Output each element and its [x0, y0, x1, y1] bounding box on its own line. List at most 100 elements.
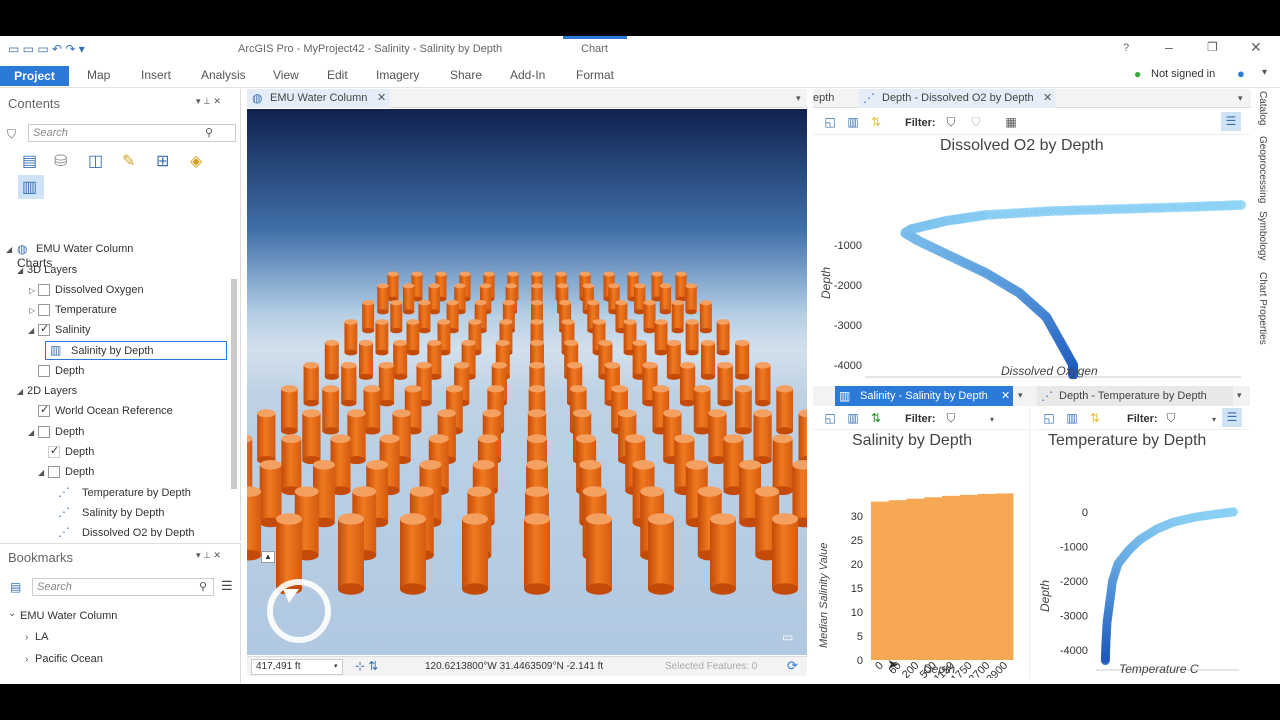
- bookmarks-search-input[interactable]: Search ⚲: [32, 578, 214, 596]
- quick-access-icons[interactable]: ▭ ▭ ▭ ↶ ↷ ▾: [8, 42, 85, 56]
- pane-options-icons[interactable]: ▾ ⊥ ✕: [196, 550, 221, 561]
- tree-item-temperature[interactable]: Temperature: [55, 304, 117, 316]
- expand-arrow[interactable]: ◢: [28, 326, 34, 335]
- tree-item-depth-group[interactable]: Depth: [55, 426, 84, 438]
- layer-checkbox[interactable]: [38, 365, 50, 377]
- collapse-navigator-icon[interactable]: ▲: [261, 551, 275, 563]
- tab-project[interactable]: Project: [0, 66, 69, 86]
- tree-item-salinity[interactable]: Salinity: [55, 324, 90, 336]
- list-by-editing-icon[interactable]: ✎: [122, 151, 135, 171]
- list-by-drawing-order-icon[interactable]: ▤: [22, 151, 37, 171]
- tab-format[interactable]: Format: [576, 68, 614, 82]
- view-icons[interactable]: ⊹ ⇅: [355, 659, 378, 673]
- navigator-icon[interactable]: [263, 577, 335, 645]
- tab-dissolved-o2[interactable]: ⋰ Depth - Dissolved O2 by Depth ✕: [859, 89, 1055, 108]
- close-tab-icon[interactable]: ✕: [1043, 91, 1052, 104]
- expand-arrow[interactable]: ◢: [17, 387, 23, 396]
- tree-item-dissolved-oxygen[interactable]: Dissolved Oxygen: [55, 284, 144, 296]
- minimize-button[interactable]: –: [1165, 39, 1173, 55]
- tab-map[interactable]: Map: [87, 68, 110, 82]
- notification-icon[interactable]: ●: [1237, 66, 1245, 81]
- close-tab-icon[interactable]: ✕: [377, 91, 386, 104]
- refresh-icon[interactable]: ⟳: [787, 658, 798, 674]
- list-charts-button[interactable]: ▥: [18, 175, 44, 199]
- tree-item-3d-layers[interactable]: 3D Layers: [27, 264, 77, 276]
- expand-arrow[interactable]: ◢: [28, 428, 34, 437]
- tree-item-depth[interactable]: Depth: [55, 365, 84, 377]
- layer-checkbox[interactable]: [48, 466, 60, 478]
- list-by-labeling-icon[interactable]: ◈: [190, 151, 202, 171]
- tree-item-depth-sub2[interactable]: Depth: [65, 466, 94, 478]
- side-tab-chart-properties[interactable]: Chart Properties: [1257, 272, 1268, 345]
- sign-in-status[interactable]: Not signed in: [1151, 68, 1215, 80]
- filter-icon[interactable]: ⛉: [7, 127, 16, 142]
- layer-checkbox[interactable]: [38, 322, 50, 336]
- tree-item-2d-layers[interactable]: 2D Layers: [27, 385, 77, 397]
- layer-checkbox[interactable]: [38, 403, 50, 417]
- column-top: [528, 385, 546, 393]
- pane-options-icons[interactable]: ▾ ⊥ ✕: [196, 96, 221, 107]
- layer-checkbox[interactable]: [38, 284, 50, 296]
- contents-search-input[interactable]: Search ⚲: [28, 124, 236, 142]
- tab-salinity-by-depth[interactable]: ▥ Salinity - Salinity by Depth ✕: [835, 386, 1013, 406]
- close-button[interactable]: ✕: [1250, 39, 1262, 56]
- expand-arrow[interactable]: ◢: [17, 266, 23, 275]
- context-tab-chart[interactable]: Chart: [581, 43, 608, 55]
- selected-features[interactable]: Selected Features: 0: [665, 661, 757, 672]
- column-top: [569, 385, 587, 393]
- tree-item-emu-water-column[interactable]: EMU Water Column: [36, 243, 133, 255]
- tree-item-temperature-by-depth[interactable]: Temperature by Depth: [82, 487, 191, 499]
- layer-checkbox[interactable]: [38, 426, 50, 438]
- tab-depth-partial[interactable]: epth: [813, 92, 834, 104]
- scene-view[interactable]: ▲ ▭: [247, 109, 807, 655]
- list-by-selection-icon[interactable]: ◫: [88, 151, 103, 171]
- expand-arrow[interactable]: ◢: [38, 468, 44, 477]
- list-by-snapping-icon[interactable]: ⊞: [156, 151, 169, 171]
- bookmark-group[interactable]: EMU Water Column: [20, 610, 117, 622]
- collapse-arrow[interactable]: ▷: [29, 286, 35, 295]
- expand-arrow[interactable]: ◢: [6, 245, 12, 254]
- tab-insert[interactable]: Insert: [141, 68, 171, 82]
- side-tab-catalog[interactable]: Catalog: [1257, 91, 1268, 125]
- tab-add-in[interactable]: Add-In: [510, 68, 545, 82]
- tab-emu-water-column[interactable]: ◍ EMU Water Column ✕: [247, 89, 390, 108]
- tree-item-salinity-by-depth-2[interactable]: Salinity by Depth: [82, 507, 165, 519]
- y-tick-label: 10: [851, 607, 863, 619]
- column-base: [755, 399, 771, 407]
- expand-arrow[interactable]: ⌄: [8, 608, 16, 619]
- tab-analysis[interactable]: Analysis: [201, 68, 246, 82]
- bookmark-la[interactable]: LA: [35, 631, 48, 643]
- collapse-arrow[interactable]: ▷: [29, 306, 35, 315]
- column-body: [378, 365, 395, 404]
- scale-input[interactable]: 417,491 ft ▾: [251, 659, 343, 675]
- tab-edit[interactable]: Edit: [327, 68, 348, 82]
- menu-icon[interactable]: ☰: [221, 578, 233, 594]
- tab-dropdown-icon[interactable]: ▾: [796, 93, 801, 104]
- close-tab-icon[interactable]: ✕: [1001, 389, 1010, 402]
- tab-dropdown-icon[interactable]: ▾: [1018, 390, 1023, 401]
- ribbon-menu-icon[interactable]: ▾: [1262, 67, 1267, 78]
- toggle-attribution-icon[interactable]: ▭: [782, 630, 793, 644]
- help-button[interactable]: ?: [1123, 42, 1129, 54]
- tab-dropdown-icon[interactable]: ▾: [1237, 390, 1242, 401]
- tree-item-dissolved-o2-by-depth[interactable]: Dissolved O2 by Depth: [82, 527, 195, 537]
- tab-share[interactable]: Share: [450, 68, 482, 82]
- collapse-arrow[interactable]: ›: [25, 632, 28, 643]
- layer-checkbox[interactable]: [38, 304, 50, 316]
- layer-checkbox[interactable]: [48, 444, 60, 458]
- side-tab-geoprocessing[interactable]: Geoprocessing: [1257, 136, 1268, 203]
- tree-item-world-ocean-reference[interactable]: World Ocean Reference: [55, 405, 173, 417]
- contents-scrollbar[interactable]: [231, 279, 237, 489]
- tree-item-depth-sub[interactable]: Depth: [65, 446, 94, 458]
- tab-imagery[interactable]: Imagery: [376, 68, 419, 82]
- tree-item-selected[interactable]: ▥ Salinity by Depth: [45, 341, 227, 360]
- column-top: [524, 513, 550, 525]
- tab-dropdown-icon[interactable]: ▾: [1238, 93, 1243, 104]
- bookmark-pacific-ocean[interactable]: Pacific Ocean: [35, 653, 103, 665]
- tab-temperature-by-depth[interactable]: ⋰ Depth - Temperature by Depth: [1037, 386, 1233, 406]
- list-by-source-icon[interactable]: ⛁: [54, 151, 67, 171]
- side-tab-symbology[interactable]: Symbology: [1257, 211, 1268, 260]
- restore-button[interactable]: ❐: [1207, 40, 1218, 54]
- tab-view[interactable]: View: [273, 68, 299, 82]
- collapse-arrow[interactable]: ›: [25, 654, 28, 665]
